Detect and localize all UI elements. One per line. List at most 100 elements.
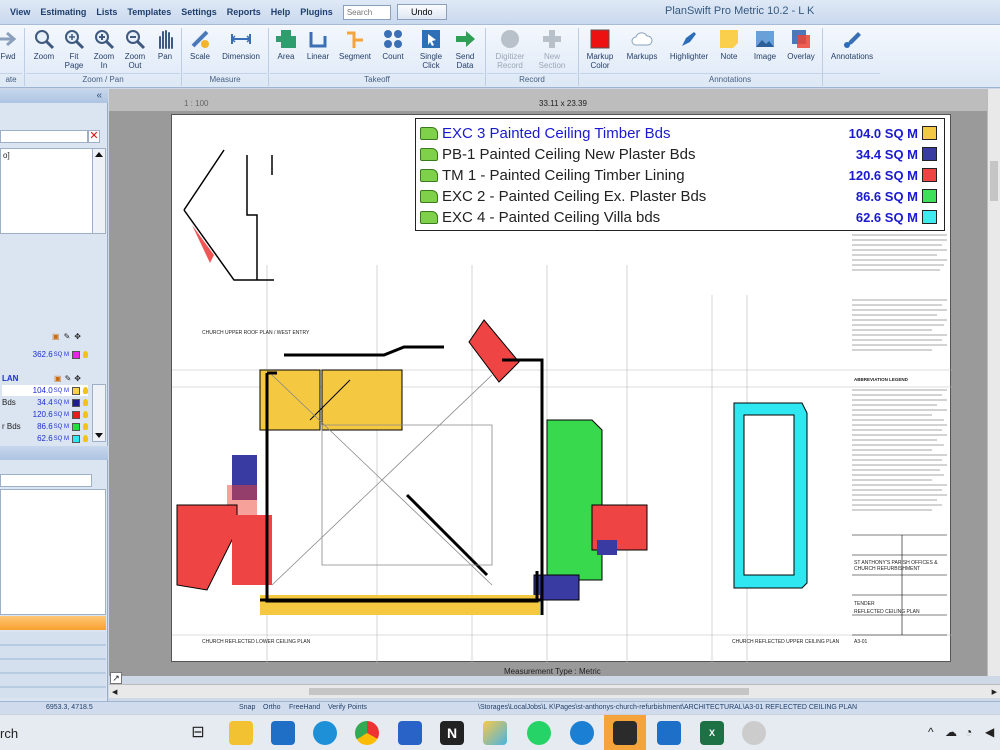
takeoff-tree[interactable]: o] <box>0 148 94 234</box>
folder-icon[interactable]: ▣ <box>54 374 62 383</box>
menu-lists[interactable]: Lists <box>96 7 117 17</box>
task-view-icon[interactable]: ⊟ <box>186 721 210 745</box>
bulb-icon[interactable] <box>82 351 88 358</box>
menu-templates[interactable]: Templates <box>127 7 171 17</box>
move-icon[interactable]: ✥ <box>74 374 81 383</box>
overlay-button[interactable]: Overlay <box>784 28 818 61</box>
new-section-button[interactable]: New Section <box>532 28 572 70</box>
area-button[interactable]: Area <box>272 28 300 61</box>
menu-view[interactable]: View <box>10 7 30 17</box>
bulb-icon[interactable] <box>82 423 88 430</box>
menu-reports[interactable]: Reports <box>227 7 261 17</box>
send-data-button[interactable]: Send Data <box>450 28 480 70</box>
volume-icon[interactable]: ◀ <box>985 725 994 739</box>
segment-button[interactable]: Segment <box>336 28 374 61</box>
takeoff-item-row[interactable]: 62.6 SQ M <box>2 433 88 444</box>
planswift-icon[interactable] <box>742 721 766 745</box>
notion-icon[interactable]: N <box>440 721 464 745</box>
fit-page-button[interactable]: Fit Page <box>60 28 88 70</box>
bulb-icon[interactable] <box>82 399 88 406</box>
skype-icon[interactable] <box>570 721 594 745</box>
note-button[interactable]: Note <box>716 28 742 61</box>
color-swatch[interactable] <box>72 398 80 407</box>
ortho-toggle[interactable]: Ortho <box>263 704 281 711</box>
color-swatch[interactable] <box>72 350 80 359</box>
total-row[interactable]: 362.6 SQ M <box>2 349 88 360</box>
markup-color-button[interactable]: Markup Color <box>582 28 618 70</box>
network-icon[interactable]: ☁ <box>945 725 957 739</box>
color-swatch[interactable] <box>72 422 80 431</box>
count-button[interactable]: Count <box>378 28 408 61</box>
filter-input[interactable] <box>0 130 88 143</box>
highlighter-button[interactable]: Highlighter <box>666 28 712 61</box>
active-app-highlight[interactable] <box>604 715 646 750</box>
drawing-canvas[interactable]: 1 : 100 33.11 x 23.39 CHURCH UPPER ROOF … <box>109 89 987 676</box>
menu-estimating[interactable]: Estimating <box>40 7 86 17</box>
linear-button[interactable]: Linear <box>302 28 334 61</box>
takeoff-item-row[interactable]: 104.0 SQ M <box>2 385 88 396</box>
color-swatch[interactable] <box>72 434 80 443</box>
verify-points-toggle[interactable]: Verify Points <box>328 704 367 711</box>
scroll-thumb[interactable] <box>990 161 998 201</box>
whatsapp-icon[interactable] <box>527 721 551 745</box>
scroll-left-icon[interactable]: ◀ <box>112 688 117 696</box>
pan-button[interactable]: Pan <box>152 28 178 61</box>
nav-tabs[interactable] <box>0 632 106 698</box>
expand-icon[interactable]: ↗ <box>110 672 122 684</box>
edit-icon[interactable]: ✎ <box>65 374 72 383</box>
takeoff-item-row[interactable]: 120.6 SQ M <box>2 409 88 420</box>
clear-filter-icon[interactable]: ✕ <box>88 130 100 143</box>
digitizer-record-button[interactable]: Digitizer Record <box>490 28 530 70</box>
collapse-button[interactable]: « <box>96 90 102 101</box>
takeoff-item-row[interactable]: r Bds 86.6 SQ M <box>2 421 88 432</box>
vertical-scrollbar[interactable] <box>987 89 1000 676</box>
section-row[interactable]: LAN ▣ ✎ ✥ <box>2 373 88 384</box>
move-icon[interactable]: ✥ <box>74 332 81 341</box>
search-input[interactable] <box>342 4 391 20</box>
tray-chevron-icon[interactable]: ^ <box>928 725 934 739</box>
markups-button[interactable]: Markups <box>622 28 662 61</box>
dimension-button[interactable]: Dimension <box>218 28 264 61</box>
items-scrollbar[interactable] <box>92 384 106 442</box>
scroll-down-icon[interactable] <box>95 433 103 438</box>
fwd-button[interactable]: Fwd <box>0 28 20 61</box>
mail-icon[interactable] <box>271 721 295 745</box>
taskbar-search-text[interactable]: rch <box>0 726 18 741</box>
edit-icon[interactable]: ✎ <box>64 332 71 341</box>
annotations-button[interactable]: Annotations <box>826 28 878 61</box>
bulb-icon[interactable] <box>82 435 88 442</box>
zoom-button[interactable]: Zoom <box>30 28 58 61</box>
snap-toggle[interactable]: Snap <box>239 704 255 711</box>
image-button[interactable]: Image <box>750 28 780 61</box>
undo-button[interactable]: Undo <box>396 4 447 20</box>
chrome-icon[interactable] <box>355 721 379 745</box>
zoom-out-button[interactable]: Zoom Out <box>120 28 150 70</box>
scroll-right-icon[interactable]: ▶ <box>992 688 997 696</box>
color-swatch[interactable] <box>72 410 80 419</box>
scale-button[interactable]: Scale <box>186 28 214 61</box>
excel-icon[interactable]: X <box>700 721 724 745</box>
selected-tab[interactable] <box>0 616 106 630</box>
scroll-up-icon[interactable] <box>95 152 103 157</box>
bulb-icon[interactable] <box>82 387 88 394</box>
tree-item[interactable]: o] <box>3 151 10 160</box>
scroll-thumb[interactable] <box>309 688 749 695</box>
zoom-in-button[interactable]: Zoom In <box>90 28 118 70</box>
menu-plugins[interactable]: Plugins <box>300 7 333 17</box>
plan-drawing[interactable]: CHURCH UPPER ROOF PLAN / WEST ENTRY CHUR… <box>171 114 952 663</box>
calculator-icon[interactable] <box>398 721 422 745</box>
bulb-icon[interactable] <box>82 411 88 418</box>
color-swatch[interactable] <box>72 386 80 395</box>
outlook-icon[interactable] <box>657 721 681 745</box>
file-explorer-icon[interactable] <box>229 721 253 745</box>
takeoff-item-row[interactable]: Bds 34.4 SQ M <box>2 397 88 408</box>
folder-icon[interactable]: ▣ <box>52 332 60 341</box>
menu-help[interactable]: Help <box>271 7 291 17</box>
horizontal-scrollbar[interactable]: ◀ ▶ <box>109 684 1000 698</box>
edge-icon[interactable] <box>313 721 337 745</box>
paint-icon[interactable] <box>483 721 507 745</box>
single-click-button[interactable]: Single Click <box>416 28 446 70</box>
wifi-icon[interactable]: ◔ <box>965 725 972 739</box>
menu-settings[interactable]: Settings <box>181 7 217 17</box>
property-input[interactable] <box>0 474 92 487</box>
